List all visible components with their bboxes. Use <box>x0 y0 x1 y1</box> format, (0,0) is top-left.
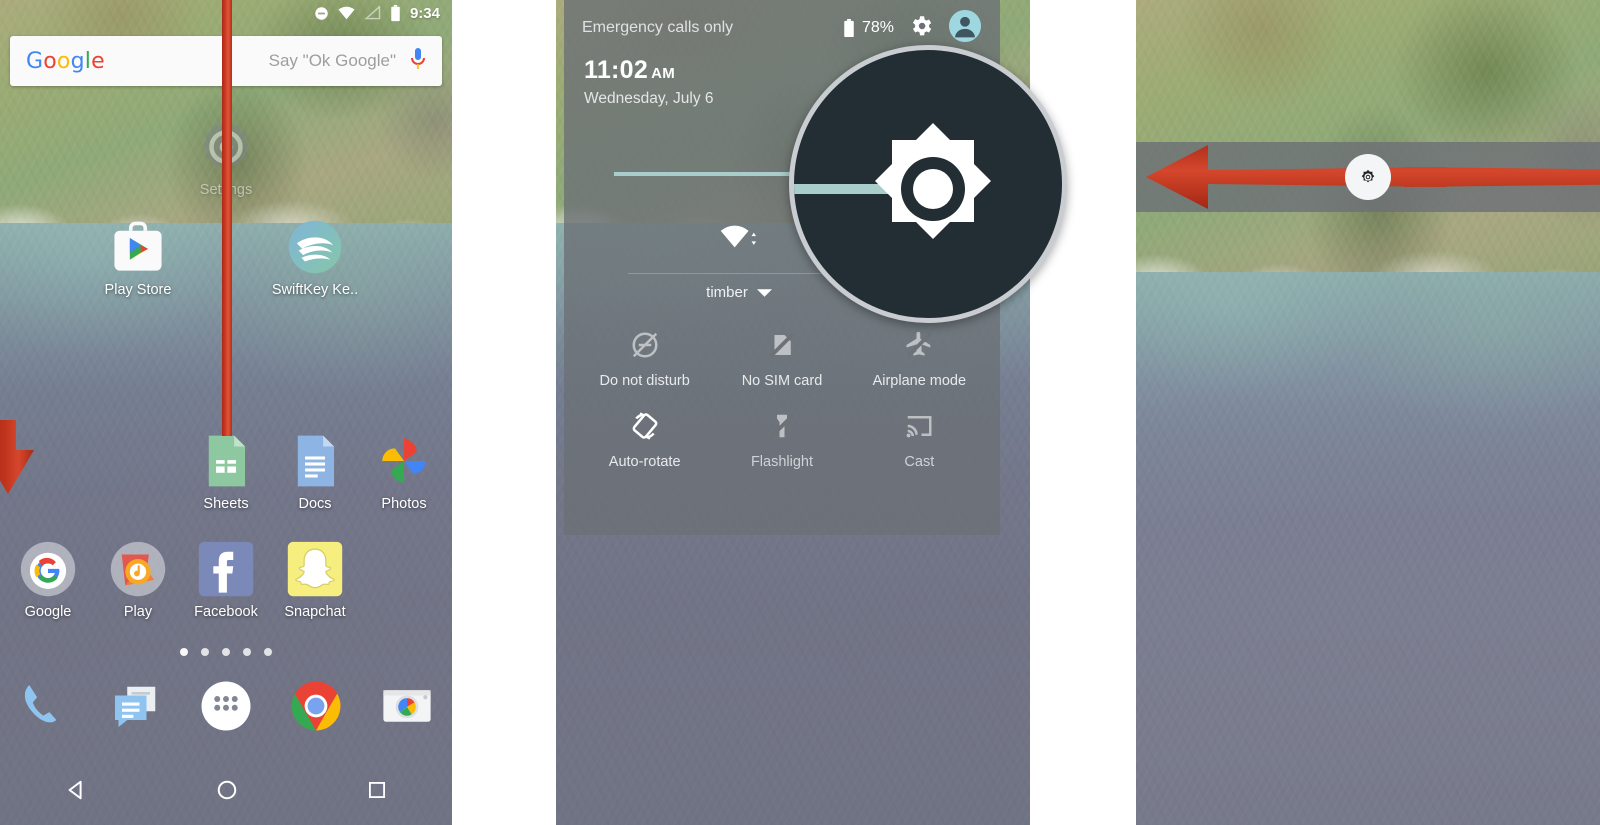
app-label: Play Store <box>104 282 172 298</box>
page-dot-active[interactable] <box>180 648 188 656</box>
brightness-slider-knob[interactable] <box>1345 154 1391 200</box>
tile-label: Cast <box>904 454 935 470</box>
tile-label: Auto-rotate <box>608 454 681 470</box>
microphone-icon[interactable] <box>410 47 426 76</box>
battery-icon <box>390 4 401 22</box>
no-sim-card-icon <box>767 330 797 360</box>
app-folder-play[interactable]: Play <box>90 540 186 620</box>
app-icon-photos[interactable]: Photos <box>356 432 452 512</box>
annotation-arrow-left <box>1146 139 1446 215</box>
google-photos-icon <box>375 432 433 490</box>
app-label: Facebook <box>194 604 258 620</box>
magnifier-brightness-callout <box>789 45 1067 323</box>
app-icon-snapchat[interactable]: Snapchat <box>267 540 363 620</box>
do-not-disturb-off-icon <box>630 330 660 360</box>
tile-no-sim-card[interactable]: No SIM card <box>713 330 850 389</box>
wifi-icon <box>720 225 757 248</box>
app-icon-swiftkey[interactable]: SwiftKey Ke.. <box>267 218 363 298</box>
battery-icon <box>844 18 854 37</box>
phone-icon[interactable] <box>17 678 73 734</box>
google-logo: Google <box>26 48 105 74</box>
phone-panel-home-screen: 9:34 Google Say "Ok Google" Play Store S… <box>0 0 452 825</box>
app-drawer-icon[interactable] <box>198 678 254 734</box>
home-circle-icon[interactable] <box>216 779 238 806</box>
back-triangle-icon[interactable] <box>65 779 87 806</box>
app-label: SwiftKey Ke.. <box>271 282 359 298</box>
annotation-arrow-right <box>1404 139 1600 215</box>
app-label: Play <box>123 604 153 620</box>
brightness-icon <box>875 123 991 239</box>
tile-do-not-disturb[interactable]: Do not disturb <box>576 330 713 389</box>
camera-icon[interactable] <box>379 678 435 734</box>
phone-panel-brightness-closeup <box>1136 0 1600 825</box>
google-folder-icon <box>19 540 77 598</box>
battery-percent: 78% <box>861 19 894 36</box>
recents-square-icon[interactable] <box>367 780 387 805</box>
shade-meridiem: AM <box>651 65 675 82</box>
tutorial-screenshot: 9:34 Google Say "Ok Google" Play Store S… <box>0 0 1600 825</box>
brightness-slider-closeup[interactable] <box>1136 142 1600 212</box>
wallpaper-scrim <box>1136 0 1600 825</box>
shade-clock: 11:02 AM Wednesday, July 6 <box>584 56 714 108</box>
shade-time: 11:02 AM <box>584 56 675 84</box>
airplane-mode-icon <box>904 330 934 360</box>
do-not-disturb-icon <box>314 6 329 21</box>
flashlight-off-icon <box>767 411 797 441</box>
shade-status-right: 78% <box>843 9 982 48</box>
app-label: Photos <box>381 496 427 512</box>
app-folder-google[interactable]: Google <box>0 540 96 620</box>
tile-label: Airplane mode <box>872 373 967 389</box>
snapchat-icon <box>286 540 344 598</box>
google-docs-icon <box>286 432 344 490</box>
carrier-label: Emergency calls only <box>582 19 734 36</box>
tile-auto-rotate[interactable]: Auto-rotate <box>576 411 713 470</box>
app-label: Google <box>24 604 72 620</box>
page-dot[interactable] <box>222 648 230 656</box>
facebook-icon <box>197 540 255 598</box>
shade-date: Wednesday, July 6 <box>584 90 714 107</box>
page-indicator <box>0 648 452 656</box>
chrome-icon[interactable] <box>288 678 344 734</box>
swiftkey-icon <box>286 218 344 276</box>
tile-airplane-mode[interactable]: Airplane mode <box>851 330 988 389</box>
tile-label: Do not disturb <box>599 373 690 389</box>
brightness-icon <box>1361 169 1375 183</box>
gear-icon[interactable] <box>908 13 934 44</box>
tile-cast[interactable]: Cast <box>851 411 988 470</box>
wifi-icon <box>338 6 355 20</box>
annotation-arrow-down-head <box>0 420 41 496</box>
wifi-ssid: timber <box>706 284 748 301</box>
app-icon-facebook[interactable]: Facebook <box>178 540 274 620</box>
signal-icon <box>364 6 381 20</box>
user-avatar-icon[interactable] <box>948 9 982 48</box>
tile-label: Flashlight <box>750 454 814 470</box>
navigation-bar <box>0 759 452 825</box>
app-icon-play-store[interactable]: Play Store <box>90 218 186 298</box>
page-dot[interactable] <box>201 648 209 656</box>
search-placeholder: Say "Ok Google" <box>268 51 396 70</box>
play-store-icon <box>109 218 167 276</box>
app-label: Snapchat <box>284 604 346 620</box>
tile-label: No SIM card <box>741 373 823 389</box>
wallpaper <box>1136 0 1600 825</box>
annotation-arrow-down-shaft <box>219 0 235 492</box>
app-label: Sheets <box>203 496 249 512</box>
page-dot[interactable] <box>264 648 272 656</box>
page-dot[interactable] <box>243 648 251 656</box>
app-icon-docs[interactable]: Docs <box>267 432 363 512</box>
chevron-down-icon <box>756 288 772 297</box>
auto-rotate-icon <box>630 411 660 441</box>
cast-icon <box>904 411 934 441</box>
tile-flashlight[interactable]: Flashlight <box>713 411 850 470</box>
arrow-shaft <box>222 0 232 436</box>
dock <box>0 678 452 734</box>
quick-settings-tiles: Do not disturb No SIM card Airplane mode <box>576 330 988 470</box>
app-label: Docs <box>298 496 332 512</box>
battery-status: 78% <box>843 18 894 38</box>
play-folder-icon <box>109 540 167 598</box>
status-bar-clock: 9:34 <box>409 4 440 22</box>
messages-icon[interactable] <box>108 678 164 734</box>
